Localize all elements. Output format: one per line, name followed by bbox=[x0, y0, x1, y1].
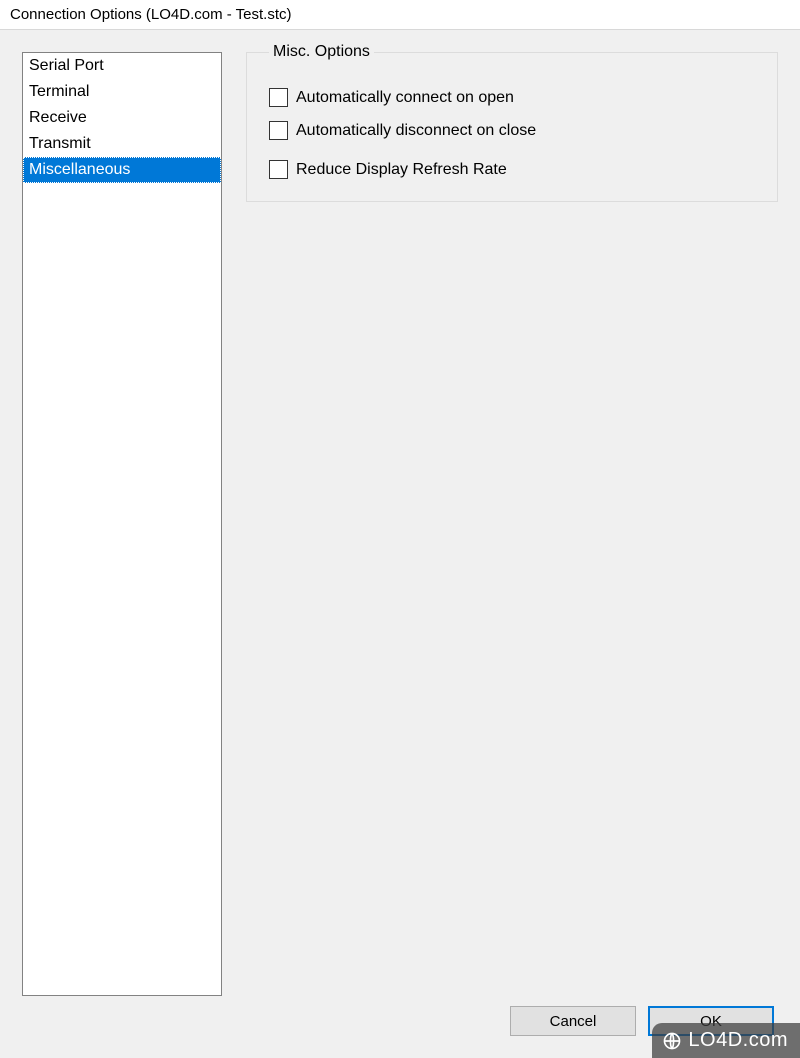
content-area: Serial Port Terminal Receive Transmit Mi… bbox=[0, 30, 800, 1058]
sidebar-item-miscellaneous[interactable]: Miscellaneous bbox=[23, 157, 221, 183]
globe-icon bbox=[662, 1031, 682, 1051]
sidebar-item-label: Serial Port bbox=[29, 57, 104, 74]
category-list[interactable]: Serial Port Terminal Receive Transmit Mi… bbox=[22, 52, 222, 996]
sidebar-item-transmit[interactable]: Transmit bbox=[23, 131, 221, 157]
checkbox-label: Reduce Display Refresh Rate bbox=[296, 161, 507, 179]
sidebar-item-receive[interactable]: Receive bbox=[23, 105, 221, 131]
sidebar-item-label: Miscellaneous bbox=[29, 161, 130, 178]
window-titlebar: Connection Options (LO4D.com - Test.stc) bbox=[0, 0, 800, 30]
checkbox-label: Automatically disconnect on close bbox=[296, 122, 536, 140]
fieldset-legend: Misc. Options bbox=[269, 43, 374, 61]
watermark-text: LO4D.com bbox=[688, 1029, 788, 1052]
misc-options-fieldset: Misc. Options Automatically connect on o… bbox=[246, 52, 778, 202]
checkbox-row-reduce-refresh[interactable]: Reduce Display Refresh Rate bbox=[269, 160, 755, 179]
checkbox-reduce-refresh[interactable] bbox=[269, 160, 288, 179]
watermark: LO4D.com bbox=[652, 1023, 800, 1058]
sidebar-item-label: Receive bbox=[29, 109, 87, 126]
checkbox-auto-disconnect[interactable] bbox=[269, 121, 288, 140]
checkbox-row-auto-disconnect[interactable]: Automatically disconnect on close bbox=[269, 121, 755, 140]
connection-options-window: Connection Options (LO4D.com - Test.stc)… bbox=[0, 0, 800, 1058]
cancel-button[interactable]: Cancel bbox=[510, 1006, 636, 1036]
sidebar-item-terminal[interactable]: Terminal bbox=[23, 79, 221, 105]
sidebar-item-serial-port[interactable]: Serial Port bbox=[23, 53, 221, 79]
options-panel: Misc. Options Automatically connect on o… bbox=[246, 52, 778, 996]
sidebar-item-label: Terminal bbox=[29, 83, 89, 100]
checkbox-auto-connect[interactable] bbox=[269, 88, 288, 107]
sidebar-item-label: Transmit bbox=[29, 135, 91, 152]
main-area: Serial Port Terminal Receive Transmit Mi… bbox=[22, 52, 778, 996]
window-title: Connection Options (LO4D.com - Test.stc) bbox=[10, 6, 292, 23]
checkbox-label: Automatically connect on open bbox=[296, 89, 514, 107]
checkbox-row-auto-connect[interactable]: Automatically connect on open bbox=[269, 88, 755, 107]
